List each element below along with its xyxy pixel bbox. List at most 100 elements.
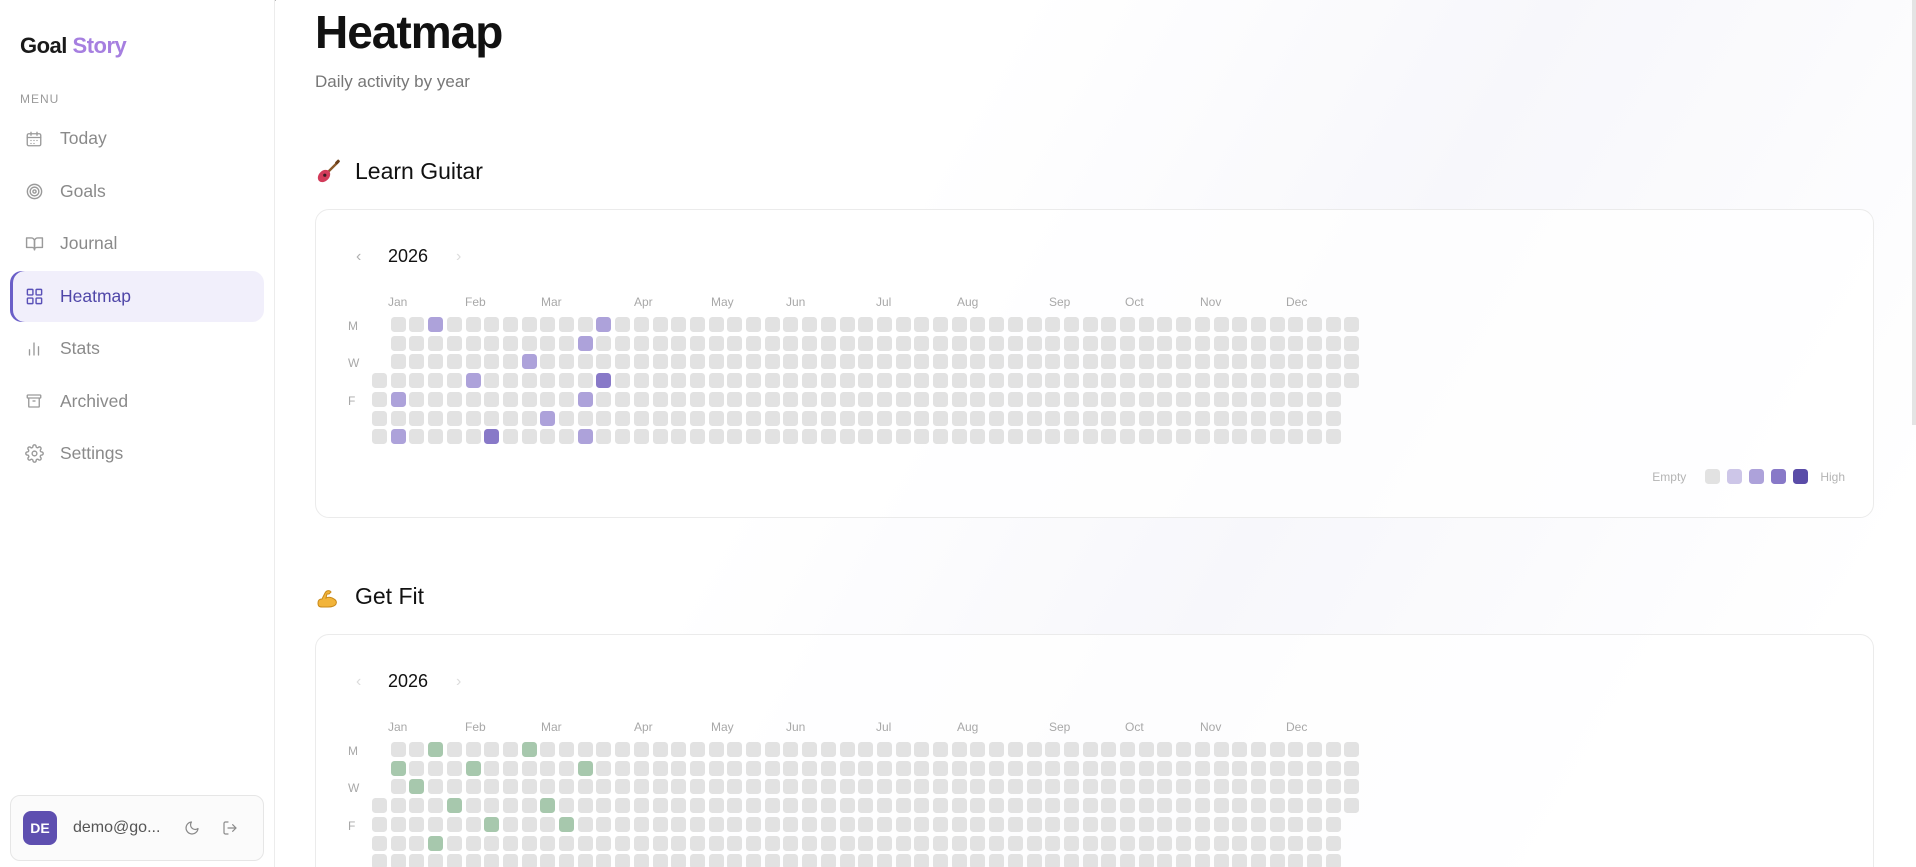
heatmap-day-cell[interactable] [708,335,724,351]
heatmap-day-cell[interactable] [1045,742,1061,757]
heatmap-day-cell[interactable] [951,854,967,867]
heatmap-day-cell[interactable] [783,760,799,776]
heatmap-day-cell[interactable] [1157,779,1173,795]
heatmap-day-cell[interactable] [652,429,668,445]
moon-icon[interactable] [181,817,203,839]
heatmap-day-cell[interactable] [1232,779,1248,795]
heatmap-day-cell[interactable] [689,854,705,867]
heatmap-day-cell[interactable] [708,317,724,332]
heatmap-day-cell[interactable] [502,816,518,832]
heatmap-day-cell[interactable] [409,354,425,370]
heatmap-day-cell[interactable] [559,373,574,389]
heatmap-day-cell[interactable] [615,391,631,407]
heatmap-day-cell[interactable] [446,317,462,332]
heatmap-day-cell[interactable] [820,742,836,757]
heatmap-day-cell[interactable] [746,354,761,370]
heatmap-day-cell[interactable] [1045,391,1061,407]
heatmap-day-cell[interactable] [596,835,612,851]
heatmap-day-cell[interactable] [727,373,743,389]
heatmap-day-cell[interactable] [1176,835,1192,851]
heatmap-day-cell[interactable] [858,854,874,867]
heatmap-day-cell[interactable] [1138,429,1154,445]
heatmap-day-cell[interactable] [1138,779,1154,795]
heatmap-day-cell[interactable] [1176,798,1192,814]
heatmap-day-cell[interactable] [1194,816,1210,832]
heatmap-day-cell[interactable] [1213,854,1229,867]
heatmap-day-cell[interactable] [633,854,649,867]
heatmap-day-cell[interactable] [465,742,481,757]
heatmap-day-cell[interactable] [1325,317,1341,332]
heatmap-day-cell[interactable] [559,391,574,407]
heatmap-day-cell[interactable] [652,354,668,370]
heatmap-day-cell[interactable] [708,854,724,867]
heatmap-day-cell[interactable] [989,373,1005,389]
heatmap-day-cell[interactable] [1120,317,1135,332]
heatmap-day-cell[interactable] [1250,429,1266,445]
heatmap-day-cell[interactable] [820,354,836,370]
heatmap-day-cell[interactable] [951,391,967,407]
heatmap-day-cell[interactable] [820,429,836,445]
heatmap-day-cell[interactable] [970,798,986,814]
heatmap-day-cell[interactable] [895,779,911,795]
heatmap-day-cell[interactable] [540,410,556,426]
heatmap-day-cell[interactable] [1120,373,1135,389]
heatmap-day-cell[interactable] [914,835,930,851]
heatmap-day-cell[interactable] [446,429,462,445]
heatmap-day-cell[interactable] [1120,429,1135,445]
heatmap-day-cell[interactable] [933,373,948,389]
heatmap-day-cell[interactable] [802,429,818,445]
heatmap-day-cell[interactable] [372,798,387,814]
heatmap-day-cell[interactable] [596,854,612,867]
heatmap-day-cell[interactable] [1045,798,1061,814]
heatmap-day-cell[interactable] [1063,391,1079,407]
heatmap-day-cell[interactable] [372,429,387,445]
heatmap-day-cell[interactable] [1026,391,1042,407]
heatmap-day-cell[interactable] [914,317,930,332]
scrollbar[interactable] [1912,0,1916,425]
heatmap-day-cell[interactable] [802,410,818,426]
heatmap-day-cell[interactable] [1325,335,1341,351]
heatmap-day-cell[interactable] [1288,410,1304,426]
heatmap-day-cell[interactable] [1213,429,1229,445]
heatmap-day-cell[interactable] [1269,854,1285,867]
heatmap-day-cell[interactable] [876,429,892,445]
heatmap-day-cell[interactable] [858,835,874,851]
heatmap-day-cell[interactable] [1325,410,1341,426]
heatmap-day-cell[interactable] [1082,373,1098,389]
heatmap-day-cell[interactable] [652,410,668,426]
heatmap-day-cell[interactable] [1176,779,1192,795]
heatmap-day-cell[interactable] [390,317,406,332]
heatmap-day-cell[interactable] [689,779,705,795]
heatmap-day-cell[interactable] [895,742,911,757]
heatmap-day-cell[interactable] [933,760,948,776]
heatmap-day-cell[interactable] [1213,816,1229,832]
heatmap-day-cell[interactable] [1082,816,1098,832]
heatmap-day-cell[interactable] [933,391,948,407]
heatmap-day-cell[interactable] [764,835,780,851]
heatmap-day-cell[interactable] [409,742,425,757]
heatmap-day-cell[interactable] [746,335,761,351]
sidebar-item-heatmap[interactable]: Heatmap [10,270,264,322]
heatmap-day-cell[interactable] [1269,779,1285,795]
heatmap-day-cell[interactable] [521,317,537,332]
heatmap-day-cell[interactable] [1138,854,1154,867]
heatmap-day-cell[interactable] [1288,391,1304,407]
heatmap-day-cell[interactable] [390,373,406,389]
heatmap-day-cell[interactable] [970,317,986,332]
heatmap-day-cell[interactable] [559,854,574,867]
heatmap-day-cell[interactable] [652,835,668,851]
heatmap-day-cell[interactable] [783,335,799,351]
heatmap-day-cell[interactable] [914,798,930,814]
heatmap-day-cell[interactable] [502,798,518,814]
heatmap-day-cell[interactable] [484,317,500,332]
heatmap-day-cell[interactable] [1026,779,1042,795]
heatmap-day-cell[interactable] [1307,317,1322,332]
heatmap-day-cell[interactable] [820,335,836,351]
heatmap-day-cell[interactable] [521,760,537,776]
heatmap-day-cell[interactable] [559,779,574,795]
heatmap-day-cell[interactable] [802,742,818,757]
heatmap-day-cell[interactable] [858,354,874,370]
heatmap-day-cell[interactable] [671,854,687,867]
heatmap-day-cell[interactable] [1194,429,1210,445]
heatmap-day-cell[interactable] [970,742,986,757]
